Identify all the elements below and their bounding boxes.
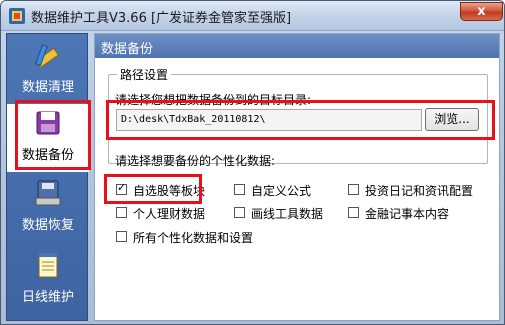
sidebar-item-data-restore[interactable]: 数据恢复 [7,174,89,242]
title-bar[interactable]: 数据维护工具V3.66 [广发证券金管家至强版] x [1,1,504,31]
app-logo-icon [9,8,25,24]
checkbox-label: 画线工具数据 [251,207,324,221]
sidebar-item-daily-maintenance[interactable]: 日线维护 [7,246,89,314]
sidebar-item-label: 日线维护 [21,290,74,305]
checkbox-box [234,207,245,218]
sidebar-item-data-backup[interactable]: 数据备份 [7,104,89,172]
path-settings-legend: 路径设置 [117,66,172,83]
sidebar-item-data-cleanup[interactable]: 数据清理 [7,36,89,104]
checkbox-label: 自选股等板块 [133,184,206,198]
checkbox-box [116,207,127,218]
backup-folder-icon [36,111,60,135]
checkbox-box [348,184,359,195]
close-button[interactable]: x [460,2,503,21]
sidebar: 数据清理 数据备份 数据恢复 日线维护 [6,33,89,321]
close-icon: x [477,4,486,19]
sidebar-item-label: 数据备份 [21,148,74,163]
backup-panel: 数据备份 路径设置 请选择您想把数据备份到的目标目录: D:\desk\TdxB… [94,33,500,321]
target-directory-prompt: 请选择您想把数据备份到的目标目录: [115,93,312,107]
notepad-icon [38,252,58,278]
pencil-ruler-icon [34,44,60,69]
checkbox-box [116,231,127,242]
checkbox-label: 自定义公式 [251,184,312,198]
backup-path-field[interactable]: D:\desk\TdxBak_20110812\ [116,109,422,131]
sidebar-item-label: 数据清理 [21,80,74,95]
checkbox-box [348,207,359,218]
checkbox-box [234,184,245,195]
window-title: 数据维护工具V3.66 [广发证券金管家至强版] [31,11,292,26]
checkbox-box [116,181,127,195]
browse-button[interactable]: 浏览... [425,108,479,131]
restore-disk-icon [35,180,61,206]
panel-title: 数据备份 [101,42,154,57]
panel-header: 数据备份 [95,34,499,58]
checkbox-label: 个人理财数据 [133,207,206,221]
app-window: 数据维护工具V3.66 [广发证券金管家至强版] x 数据清理 数据备份 数据恢… [0,0,505,325]
checkbox-label: 投资日记和资讯配置 [365,184,474,198]
checkbox-label: 所有个性化数据和设置 [133,231,254,245]
checkbox-label: 金融记事本内容 [365,207,450,221]
personal-data-prompt: 请选择想要备份的个性化数据: [115,154,276,168]
sidebar-item-label: 数据恢复 [21,218,74,233]
